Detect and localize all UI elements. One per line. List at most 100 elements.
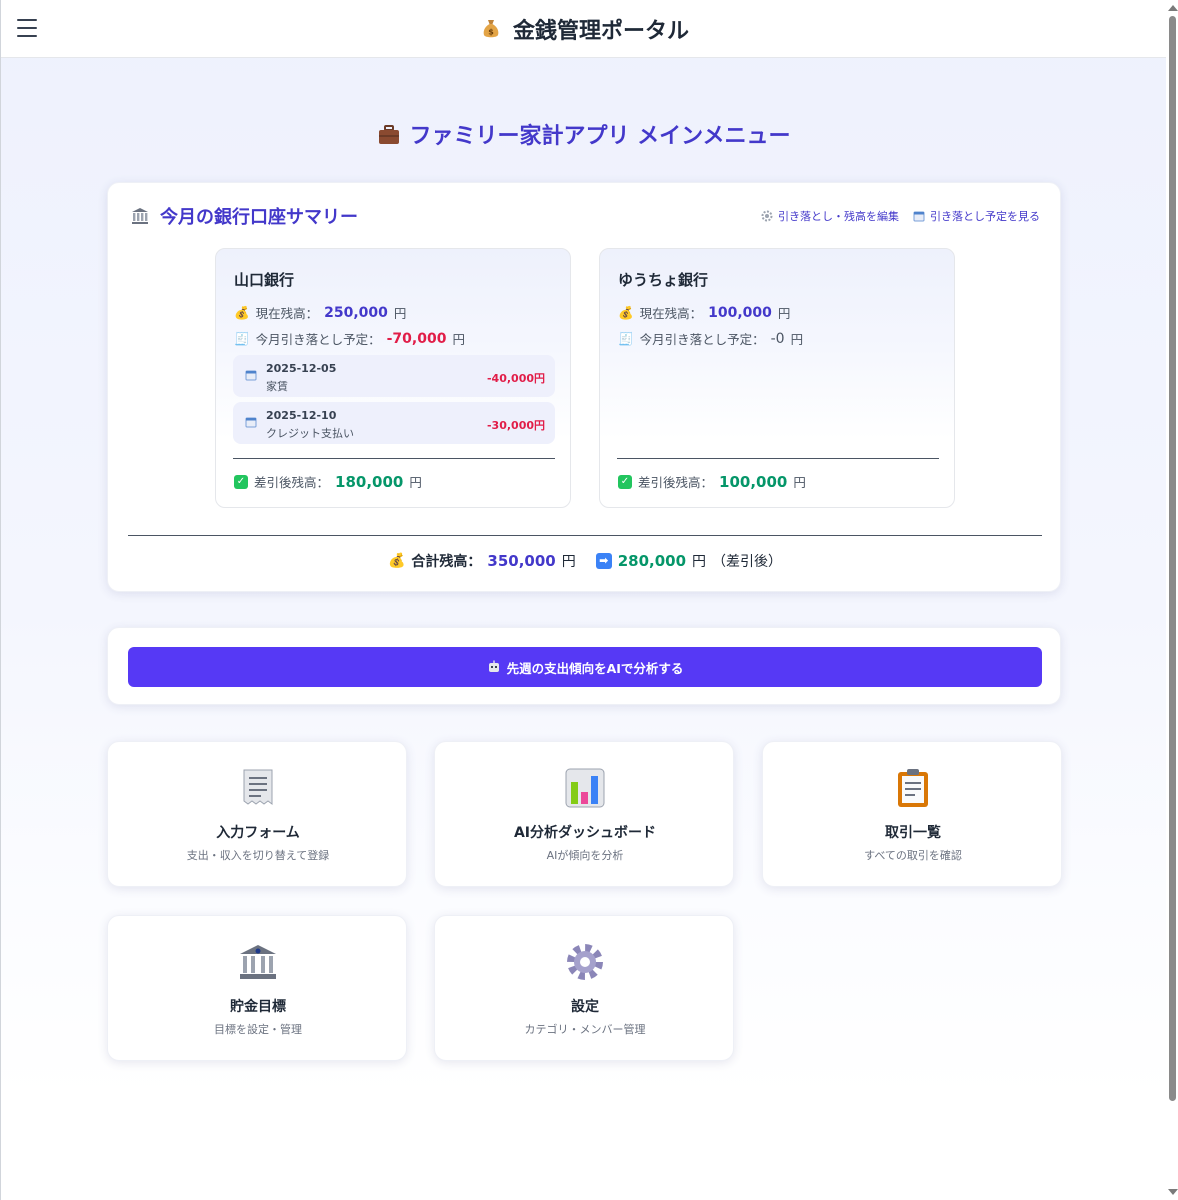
- total-value: 350,000: [487, 552, 556, 570]
- after-balance-row: ✓ 差引後残高： 180,000 円: [234, 472, 422, 491]
- money-bag-icon: $: [483, 19, 499, 37]
- menu-tile-settings[interactable]: 設定 カテゴリ・メンバー管理: [434, 915, 734, 1061]
- receipt-icon: 🧾: [618, 330, 634, 346]
- tile-subtitle: 目標を設定・管理: [214, 1023, 302, 1036]
- balance-unit: 円: [777, 306, 791, 321]
- debit-amount: -30,000円: [486, 419, 545, 432]
- clipboard-icon: [898, 769, 928, 807]
- balance-value: 250,000: [324, 304, 388, 321]
- icon-wrapper: [108, 768, 408, 808]
- bank-summary-card: 今月の銀行口座サマリー 引き落とし・残高を編集 引き落とし予定を見る 山口銀行 …: [107, 182, 1061, 592]
- money-bag-icon: 💰: [234, 304, 250, 320]
- check-icon: ✓: [618, 474, 632, 489]
- view-schedule-label: 引き落とし予定を見る: [930, 210, 1040, 223]
- calendar-icon: [913, 211, 925, 222]
- summary-links: 引き落とし・残高を編集 引き落とし予定を見る: [761, 208, 1040, 224]
- icon-wrapper: [435, 768, 735, 808]
- app-title-text: 金銭管理ポータル: [512, 18, 689, 44]
- debit-amount: -40,000円: [486, 372, 545, 385]
- after-balance-unit: 円: [793, 475, 806, 490]
- balance-label: 現在残高：: [255, 306, 319, 321]
- bank-card-yamaguchi: 山口銀行 💰 現在残高： 250,000 円 🧾 今月引き落とし予定： -70,…: [215, 248, 571, 508]
- money-bag-icon: 💰: [387, 553, 406, 569]
- menu-tile-input-form[interactable]: 入力フォーム 支出・収入を切り替えて登録: [107, 741, 407, 887]
- scroll-down-icon[interactable]: [1168, 1189, 1178, 1195]
- bank-card-yucho: ゆうちょ銀行 💰 現在残高： 100,000 円 🧾 今月引き落とし予定： -0…: [599, 248, 955, 508]
- total-divider: [128, 535, 1042, 536]
- debit-label: 今月引き落とし予定：: [639, 332, 765, 347]
- debit-item: 2025-12-05 家賃 -40,000円: [233, 355, 555, 397]
- tile-title: 貯金目標: [230, 999, 286, 1015]
- debit-value: -70,000: [386, 330, 447, 347]
- tile-subtitle: すべての取引を確認: [864, 849, 962, 862]
- receipt-icon: 🧾: [234, 330, 250, 346]
- svg-text:$: $: [488, 27, 494, 36]
- summary-title: 今月の銀行口座サマリー: [130, 203, 358, 229]
- balance-unit: 円: [393, 306, 407, 321]
- balance-row: 💰 現在残高： 100,000 円: [618, 303, 790, 322]
- balance-value: 100,000: [708, 304, 772, 321]
- page-title: ファミリー家計アプリ メインメニュー: [1, 118, 1166, 150]
- after-balance-value: 100,000: [719, 472, 788, 491]
- divider: [617, 458, 939, 459]
- icon-wrapper: [108, 942, 408, 982]
- debit-desc: 家賃: [266, 380, 288, 393]
- icon-wrapper: [435, 942, 735, 982]
- bar-chart-icon: [565, 768, 605, 808]
- bank-icon: [240, 945, 276, 979]
- menu-tile-savings-goal[interactable]: 貯金目標 目標を設定・管理: [107, 915, 407, 1061]
- menu-tile-ai-dashboard[interactable]: AI分析ダッシュボード AIが傾向を分析: [434, 741, 734, 887]
- total-after-value: 280,000: [617, 552, 687, 570]
- balance-label: 現在残高：: [639, 306, 703, 321]
- app-title: $ 金銭管理ポータル: [479, 13, 689, 45]
- divider: [233, 458, 555, 459]
- debit-row: 🧾 今月引き落とし予定： -70,000 円: [234, 329, 465, 348]
- calendar-icon: [245, 370, 257, 381]
- total-unit: 円: [561, 554, 576, 570]
- debit-label: 今月引き落とし予定：: [255, 332, 381, 347]
- after-balance-label: 差引後残高：: [254, 475, 330, 490]
- after-balance-row: ✓ 差引後残高： 100,000 円: [618, 472, 806, 491]
- total-after-suffix: （差引後）: [712, 554, 783, 570]
- ai-analyze-label: 先週の支出傾向をAIで分析する: [506, 660, 684, 676]
- tile-title: 取引一覧: [885, 825, 941, 841]
- debit-value: -0: [770, 330, 785, 347]
- tile-title: AI分析ダッシュボード: [513, 825, 657, 841]
- debit-date: 2025-12-10: [266, 409, 337, 422]
- top-bar: $ 金銭管理ポータル: [1, 0, 1166, 58]
- calendar-icon: [245, 417, 257, 428]
- total-label: 合計残高：: [411, 554, 482, 570]
- check-icon: ✓: [234, 474, 248, 489]
- gear-icon: [761, 210, 773, 222]
- after-balance-label: 差引後残高：: [638, 475, 714, 490]
- edit-debits-link[interactable]: 引き落とし・残高を編集: [761, 208, 899, 224]
- debit-unit: 円: [790, 332, 804, 347]
- menu-tile-transactions[interactable]: 取引一覧 すべての取引を確認: [762, 741, 1062, 887]
- edit-debits-label: 引き落とし・残高を編集: [778, 210, 899, 223]
- scroll-up-icon[interactable]: [1168, 5, 1178, 11]
- gear-icon: [567, 944, 603, 980]
- hamburger-menu-icon[interactable]: [17, 19, 37, 37]
- icon-wrapper: [763, 768, 1063, 808]
- after-balance-value: 180,000: [335, 472, 404, 491]
- debit-desc: クレジット支払い: [266, 427, 354, 440]
- money-bag-icon: 💰: [618, 304, 634, 320]
- summary-title-text: 今月の銀行口座サマリー: [160, 207, 358, 228]
- total-after-unit: 円: [692, 554, 707, 570]
- receipt-icon: [243, 769, 273, 805]
- debit-unit: 円: [452, 332, 465, 347]
- bank-name: ゆうちょ銀行: [618, 271, 709, 289]
- total-balance-row: 💰 合計残高： 350,000 円 ➡ 280,000 円 （差引後）: [108, 551, 1062, 571]
- briefcase-icon: [379, 125, 400, 144]
- tile-title: 入力フォーム: [216, 825, 300, 841]
- robot-icon: [488, 660, 499, 672]
- scrollbar-thumb[interactable]: [1169, 16, 1176, 1101]
- bank-name: 山口銀行: [234, 271, 295, 289]
- page-title-text: ファミリー家計アプリ メインメニュー: [409, 124, 791, 149]
- view-schedule-link[interactable]: 引き落とし予定を見る: [913, 208, 1040, 224]
- tile-subtitle: AIが傾向を分析: [546, 849, 624, 862]
- page-viewport: $ 金銭管理ポータル ファミリー家計アプリ メインメニュー 今月の銀行口座サマリ…: [0, 0, 1166, 1200]
- tile-subtitle: 支出・収入を切り替えて登録: [186, 849, 330, 862]
- ai-analyze-button[interactable]: 先週の支出傾向をAIで分析する: [128, 647, 1042, 687]
- ai-analysis-card: 先週の支出傾向をAIで分析する: [107, 627, 1061, 705]
